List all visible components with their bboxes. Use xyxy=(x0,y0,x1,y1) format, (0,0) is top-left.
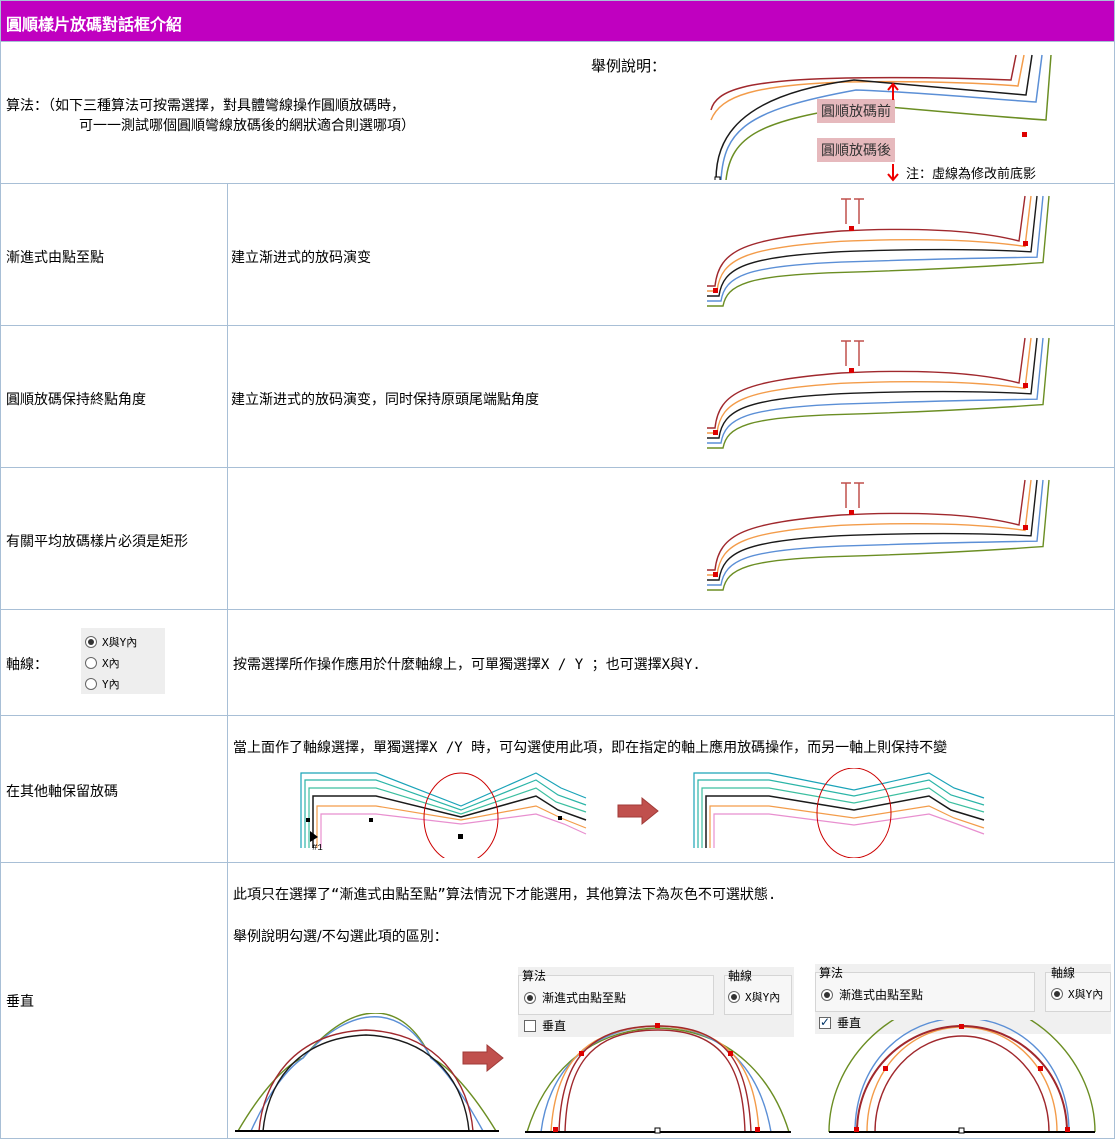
keep-grading-row: 在其他軸保留放碼 當上面作了軸線選擇，單獨選擇X /Y 時，可勾選使用此項，即在… xyxy=(0,716,1115,863)
axis-row: 軸線： X與Y內 X內 Y內 按需選擇所作操作應用於什麼軸線上，可單獨選擇X /… xyxy=(0,610,1115,716)
radio-dot[interactable] xyxy=(85,636,97,648)
radio-y[interactable]: Y內 xyxy=(85,676,120,692)
grade-pin-icon xyxy=(841,340,864,366)
radio-dot[interactable] xyxy=(524,991,536,1004)
radio-axis-xy[interactable]: X與Y內 xyxy=(728,989,780,1005)
size-line-4 xyxy=(707,479,1044,586)
keep-after-diagram xyxy=(693,768,985,858)
size-line-4 xyxy=(707,195,1044,302)
algo-row-1: 漸進式由點至點 建立渐进式的放码演变 xyxy=(0,184,1115,326)
arrow-right-icon xyxy=(617,796,659,826)
page-title: 圓順樣片放碼對話框介紹 xyxy=(6,15,183,34)
grade-point xyxy=(1023,241,1028,246)
axis-group-title: 軸線 xyxy=(1051,966,1076,980)
radio-dot[interactable] xyxy=(1051,988,1063,1000)
grade-point xyxy=(849,368,854,373)
vertical-desc-2: 舉例說明勾選/不勾選此項的區別： xyxy=(233,929,448,945)
tag-after: 圓順放碼後 xyxy=(817,138,895,162)
algorithm-label-line2: 可一一測試哪個圓順彎線放碼後的網狀適合則選哪項） xyxy=(79,118,415,134)
axis-label: 軸線： xyxy=(6,657,48,673)
radio-dot[interactable] xyxy=(728,991,740,1003)
radio-x-and-y[interactable]: X與Y內 xyxy=(85,634,137,650)
algorithm-label: 算法：（如下三種算法可按需選擇，對具體彎線操作圓順放碼時， xyxy=(6,98,405,114)
axis-group-title: 軸線 xyxy=(728,969,753,983)
algo-row-2: 圓順放碼保持終點角度 建立渐进式的放码演变，同时保持原頭尾端點角度 xyxy=(0,326,1115,468)
grade-point xyxy=(713,288,718,293)
size-line-3 xyxy=(707,479,1038,581)
grade-pin-icon xyxy=(841,198,864,224)
arch-checked-diagram xyxy=(828,1020,1096,1134)
size-line-4 xyxy=(707,337,1044,444)
arch-unchecked-diagram xyxy=(525,1023,791,1134)
keep-before-diagram: #1 xyxy=(300,772,587,858)
algo-diagram-1 xyxy=(707,195,1050,307)
algorithm-group-title: 算法 xyxy=(522,969,547,983)
radio-axis-xy[interactable]: X與Y內 xyxy=(1051,986,1103,1002)
example-title: 舉例說明： xyxy=(591,57,667,75)
axis-desc: 按需選擇所作操作應用於什麼軸線上，可單獨選擇X / Y ；也可選擇X與Y. xyxy=(233,657,701,673)
algo-label: 圓順放碼保持終點角度 xyxy=(6,392,146,408)
size-line-3 xyxy=(707,195,1038,297)
radio-x[interactable]: X內 xyxy=(85,655,120,671)
grade-pin-icon xyxy=(841,482,864,508)
grade-point xyxy=(1023,383,1028,388)
arrow-right-icon xyxy=(462,1043,504,1073)
keep-desc: 當上面作了軸線選擇，單獨選擇X /Y 時，可勾選使用此項，即在指定的軸上應用放碼… xyxy=(233,740,948,756)
dashed-line-note: 注：虛線為修改前底影 xyxy=(906,167,1037,182)
point-label: #1 xyxy=(312,843,323,853)
algorithm-group-title: 算法 xyxy=(819,966,844,980)
algo-diagram-2 xyxy=(707,337,1050,449)
radio-progressive[interactable]: 漸進式由點至點 xyxy=(821,986,923,1003)
grade-point xyxy=(713,430,718,435)
algo-desc: 建立渐进式的放码演变 xyxy=(231,250,371,266)
algo-diagram-3 xyxy=(707,479,1050,591)
keep-label: 在其他軸保留放碼 xyxy=(6,784,118,800)
algo-label: 漸進式由點至點 xyxy=(6,250,104,266)
arrow-down-icon xyxy=(887,164,899,182)
size-line-3 xyxy=(707,337,1038,439)
radio-dot[interactable] xyxy=(821,988,833,1001)
axis-radio-group: X與Y內 X內 Y內 xyxy=(81,628,165,694)
intro-row: 算法：（如下三種算法可按需選擇，對具體彎線操作圓順放碼時， 可一一測試哪個圓順彎… xyxy=(0,42,1115,184)
radio-dot[interactable] xyxy=(85,678,97,690)
grade-point xyxy=(1023,525,1028,530)
arrow-up-icon xyxy=(887,82,899,100)
algo-desc: 建立渐进式的放码演变，同时保持原頭尾端點角度 xyxy=(231,392,539,408)
grade-point xyxy=(713,572,718,577)
grade-point xyxy=(849,510,854,515)
tag-before: 圓順放碼前 xyxy=(817,99,895,123)
vertical-label: 垂直 xyxy=(6,994,34,1010)
algo-label: 有關平均放碼樣片必須是矩形 xyxy=(6,534,188,550)
label-cell xyxy=(1,863,228,1138)
vertical-row: 垂直 此項只在選擇了“漸進式由點至點”算法情況下才能選用，其他算法下為灰色不可選… xyxy=(0,863,1115,1139)
radio-dot[interactable] xyxy=(85,657,97,669)
vertical-desc-1: 此項只在選擇了“漸進式由點至點”算法情況下才能選用，其他算法下為灰色不可選狀態. xyxy=(233,887,777,903)
algo-row-3: 有關平均放碼樣片必須是矩形 xyxy=(0,468,1115,610)
radio-progressive[interactable]: 漸進式由點至點 xyxy=(524,989,626,1006)
grade-point xyxy=(849,226,854,231)
arch-before-diagram xyxy=(235,1013,499,1132)
page-header: 圓順樣片放碼對話框介紹 xyxy=(0,0,1115,42)
